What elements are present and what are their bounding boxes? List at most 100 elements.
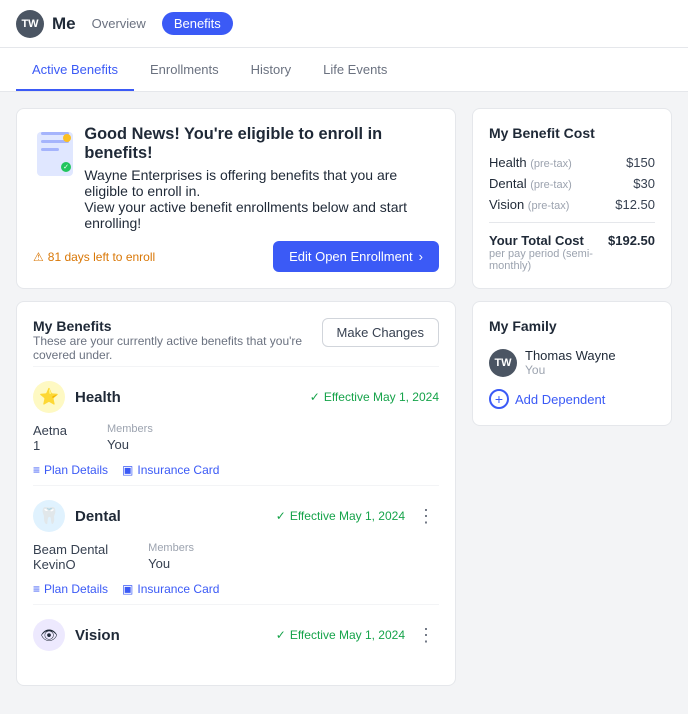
add-dependent-label: Add Dependent [515,392,605,407]
cost-divider [489,222,655,223]
total-cost-amount: $192.50 [608,233,655,248]
dental-more-button[interactable]: ⋮ [413,504,439,529]
health-details-row: Aetna 1 Members You [33,423,439,453]
health-insurance-card-link[interactable]: ▣ Insurance Card [122,463,219,477]
edit-enrollment-button[interactable]: Edit Open Enrollment › [273,241,439,272]
total-label-area: Your Total Cost per pay period (semi-mon… [489,233,608,272]
make-changes-button[interactable]: Make Changes [322,318,439,347]
vision-name: Vision [75,627,120,644]
dental-links: ≡ Plan Details ▣ Insurance Card [33,582,439,596]
health-effective-date: ✓ Effective May 1, 2024 [310,390,439,404]
tab-active-benefits[interactable]: Active Benefits [16,48,134,91]
nav-link-benefits[interactable]: Benefits [162,12,233,35]
doc-shape: ✓ [37,132,73,176]
dental-name: Dental [75,508,121,525]
my-benefits-title-area: My Benefits These are your currently act… [33,318,322,362]
health-member-count: 1 [33,438,67,453]
right-column: My Benefit Cost Health (pre-tax) $150 De… [472,108,672,698]
my-benefits-title: My Benefits [33,318,322,334]
my-family-card: My Family TW Thomas Wayne You + Add Depe… [472,301,672,426]
warning-icon: ⚠ [33,250,44,264]
benefit-item-dental: 🦷 Dental ✓ Effective May 1, 2024 ⋮ Beam … [33,485,439,604]
doc-dot [63,134,71,142]
vision-more-button[interactable]: ⋮ [413,623,439,648]
add-dependent-button[interactable]: + Add Dependent [489,389,605,409]
benefit-item-health: ⭐ Health ✓ Effective May 1, 2024 Aetna 1… [33,366,439,485]
banner-illustration: ✓ [33,125,72,173]
dental-members-label: Members [148,542,194,554]
health-date-text: Effective May 1, 2024 [324,390,439,404]
doc-line-3 [41,148,59,151]
dental-cost-label: Dental (pre-tax) [489,176,572,191]
benefit-health-header: ⭐ Health ✓ Effective May 1, 2024 [33,381,439,413]
dental-members-value: You [148,556,194,571]
my-benefits-header: My Benefits These are your currently act… [33,318,439,362]
left-column: ✓ Good News! You're eligible to enroll i… [16,108,456,698]
nav-link-overview[interactable]: Overview [92,12,146,35]
health-plan-details-label: Plan Details [44,463,108,477]
avatar: TW [16,10,44,38]
dental-icon: 🦷 [33,500,65,532]
my-family-title: My Family [489,318,655,334]
dental-list-icon: ≡ [33,582,40,596]
family-member-info: Thomas Wayne You [525,348,616,377]
total-cost-row: Your Total Cost per pay period (semi-mon… [489,233,655,272]
check-icon: ✓ [310,390,320,404]
banner-line2: View your active benefit enrollments bel… [84,199,439,231]
tab-bar: Active Benefits Enrollments History Life… [0,48,688,92]
vision-cost-amount: $12.50 [615,197,655,212]
health-members-value: You [107,437,153,452]
dental-pretax: (pre-tax) [530,179,572,191]
days-left-text: 81 days left to enroll [48,250,155,264]
vision-icon: 👁 [33,619,65,651]
tab-history[interactable]: History [235,48,307,91]
total-cost-sub: per pay period (semi-monthly) [489,248,608,272]
tab-life-events[interactable]: Life Events [307,48,403,91]
dental-date-text: Effective May 1, 2024 [290,509,405,523]
vision-cost-label: Vision (pre-tax) [489,197,569,212]
family-member-relation: You [525,363,616,377]
family-member-name: Thomas Wayne [525,348,616,363]
benefit-cost-title: My Benefit Cost [489,125,655,141]
total-cost-label: Your Total Cost [489,233,608,248]
dental-cost-amount: $30 [633,176,655,191]
dental-cost-row: Dental (pre-tax) $30 [489,176,655,191]
add-icon: + [489,389,509,409]
list-icon: ≡ [33,463,40,477]
edit-enrollment-label: Edit Open Enrollment [289,249,413,264]
health-provider: Aetna [33,423,67,438]
tab-enrollments[interactable]: Enrollments [134,48,235,91]
dental-effective-date: ✓ Effective May 1, 2024 [276,509,405,523]
vision-cost-row: Vision (pre-tax) $12.50 [489,197,655,212]
family-member-row: TW Thomas Wayne You [489,348,655,377]
health-pretax: (pre-tax) [530,158,572,170]
dental-details-row: Beam Dental KevinO Members You [33,542,439,572]
health-icon: ⭐ [33,381,65,413]
banner-line1: Wayne Enterprises is offering benefits t… [84,167,439,199]
benefit-vision-left: 👁 Vision [33,619,120,651]
family-member-avatar: TW [489,349,517,377]
dental-insurance-card-label: Insurance Card [137,582,219,596]
health-insurance-card-label: Insurance Card [137,463,219,477]
vision-header-right: ✓ Effective May 1, 2024 ⋮ [276,623,439,648]
health-members-col: Members You [107,423,153,453]
health-plan-details-link[interactable]: ≡ Plan Details [33,463,108,477]
dental-provider: Beam Dental [33,542,108,557]
benefit-health-left: ⭐ Health [33,381,121,413]
dental-members-col: Members You [148,542,194,572]
dental-insurance-card-link[interactable]: ▣ Insurance Card [122,582,219,596]
nav-name: Me [52,14,76,34]
banner-headline: Good News! You're eligible to enroll in … [84,125,439,163]
health-links: ≡ Plan Details ▣ Insurance Card [33,463,439,477]
my-benefits-subtitle: These are your currently active benefits… [33,334,322,362]
health-cost-label: Health (pre-tax) [489,155,572,170]
vision-date-text: Effective May 1, 2024 [290,628,405,642]
dental-plan-details-label: Plan Details [44,582,108,596]
vision-effective-date: ✓ Effective May 1, 2024 [276,628,405,642]
dental-check-icon: ✓ [276,509,286,523]
card-icon: ▣ [122,463,133,477]
health-provider-col: Aetna 1 [33,423,67,453]
benefit-dental-header: 🦷 Dental ✓ Effective May 1, 2024 ⋮ [33,500,439,532]
dental-provider-col: Beam Dental KevinO [33,542,108,572]
dental-plan-details-link[interactable]: ≡ Plan Details [33,582,108,596]
